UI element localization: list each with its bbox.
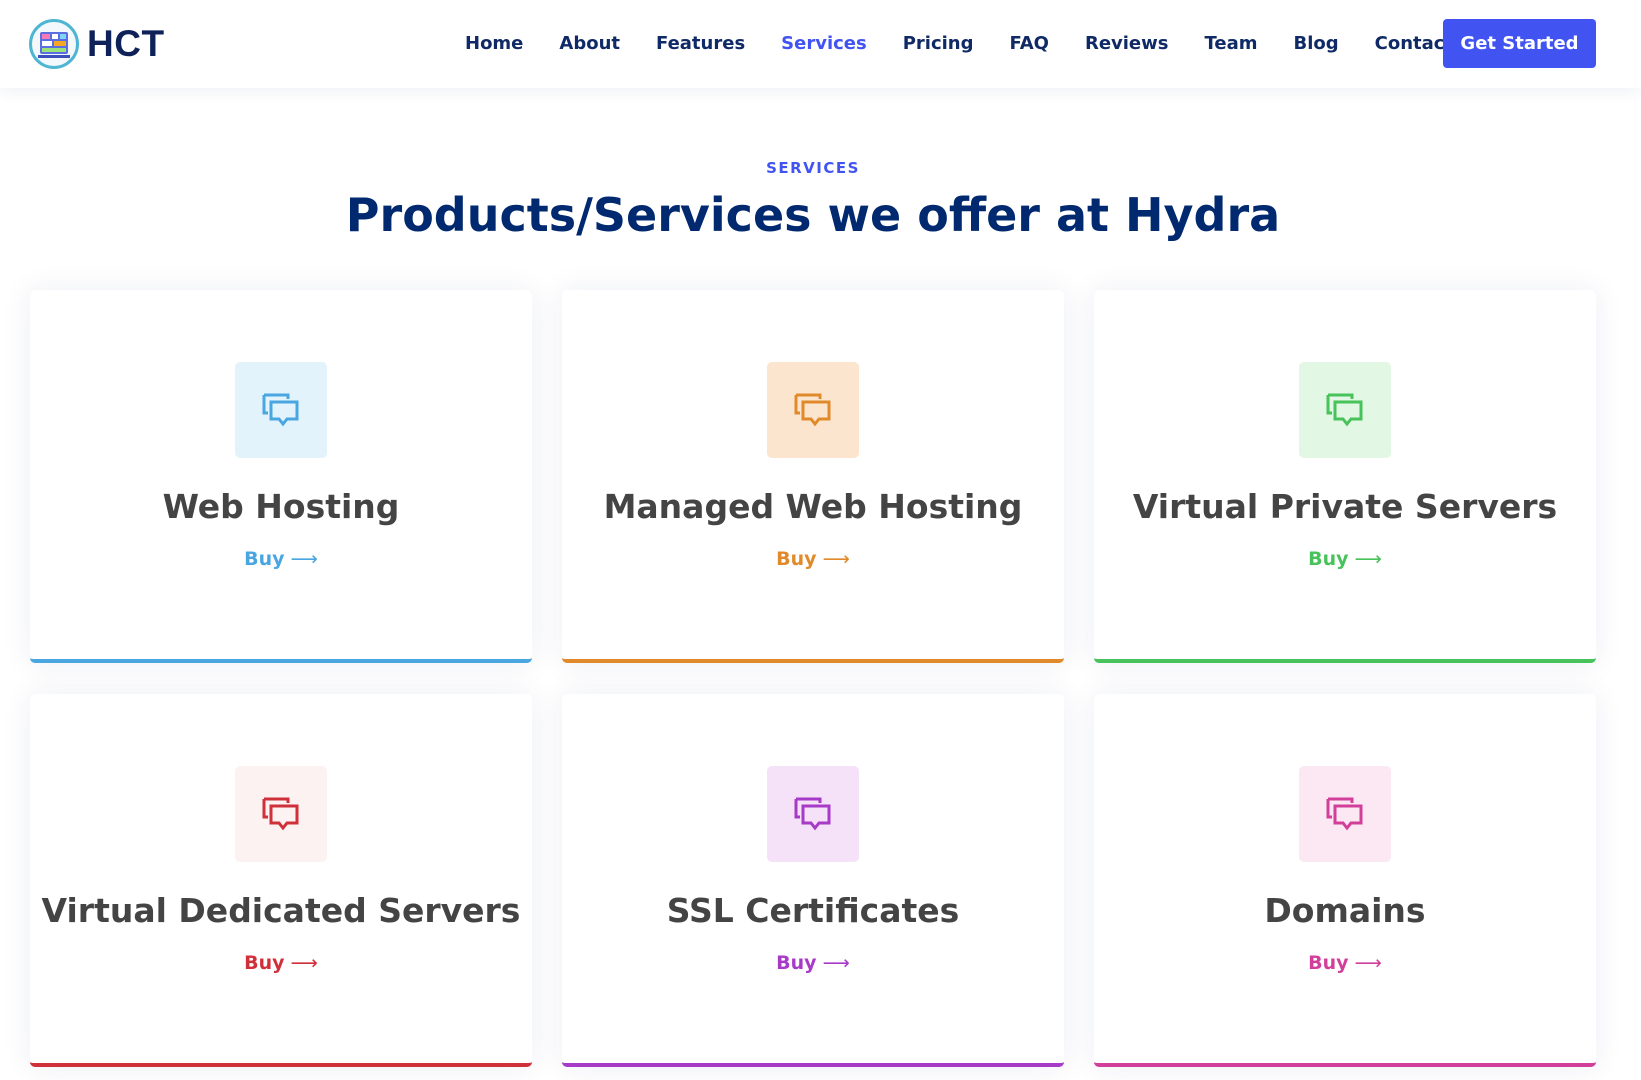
buy-label: Buy — [776, 952, 817, 974]
service-title: Virtual Private Servers — [1132, 487, 1558, 526]
get-started-button[interactable]: Get Started — [1443, 19, 1596, 68]
service-title: Virtual Dedicated Servers — [41, 891, 521, 930]
nav-reviews[interactable]: Reviews — [1085, 33, 1169, 54]
buy-label: Buy — [244, 548, 285, 570]
arrow-right-icon: ⟶ — [290, 548, 318, 570]
site-logo[interactable]: HCT — [29, 18, 165, 70]
service-title: Web Hosting — [162, 487, 400, 526]
buy-label: Buy — [1308, 548, 1349, 570]
arrow-right-icon: ⟶ — [1354, 548, 1382, 570]
service-card-virtual-dedicated-servers: Virtual Dedicated Servers Buy ⟶ — [30, 694, 532, 1067]
nav-contact[interactable]: Contact — [1375, 33, 1453, 54]
service-card-web-hosting: Web Hosting Buy ⟶ — [30, 290, 532, 663]
nav-features[interactable]: Features — [656, 33, 745, 54]
nav-pricing[interactable]: Pricing — [903, 33, 974, 54]
buy-label: Buy — [1308, 952, 1349, 974]
nav-blog[interactable]: Blog — [1293, 33, 1338, 54]
buy-link[interactable]: Buy ⟶ — [30, 952, 532, 974]
buy-link[interactable]: Buy ⟶ — [562, 548, 1064, 570]
service-icon-box — [1299, 362, 1391, 458]
buy-link[interactable]: Buy ⟶ — [562, 952, 1064, 974]
site-header: HCT Home About Features Services Pricing… — [0, 0, 1641, 88]
service-card-managed-web-hosting: Managed Web Hosting Buy ⟶ — [562, 290, 1064, 663]
chat-bubbles-icon — [1326, 797, 1363, 831]
logo-text: HCT — [87, 23, 165, 64]
nav-about[interactable]: About — [559, 33, 620, 54]
buy-link[interactable]: Buy ⟶ — [30, 548, 532, 570]
logo-icon — [29, 19, 79, 69]
section-title: Products/Services we offer at Hydra — [345, 188, 1281, 242]
service-icon-box — [767, 362, 859, 458]
main-nav: Home About Features Services Pricing FAQ… — [465, 0, 1489, 86]
chat-bubbles-icon — [262, 797, 299, 831]
buy-label: Buy — [776, 548, 817, 570]
service-icon-box — [767, 766, 859, 862]
service-title: Domains — [1264, 891, 1426, 930]
service-card-ssl-certificates: SSL Certificates Buy ⟶ — [562, 694, 1064, 1067]
chat-bubbles-icon — [794, 393, 831, 427]
service-title: Managed Web Hosting — [603, 487, 1023, 526]
buy-label: Buy — [244, 952, 285, 974]
chat-bubbles-icon — [794, 797, 831, 831]
service-card-domains: Domains Buy ⟶ — [1094, 694, 1596, 1067]
arrow-right-icon: ⟶ — [822, 548, 850, 570]
service-title: SSL Certificates — [666, 891, 960, 930]
nav-team[interactable]: Team — [1204, 33, 1257, 54]
service-card-virtual-private-servers: Virtual Private Servers Buy ⟶ — [1094, 290, 1596, 663]
service-icon-box — [1299, 766, 1391, 862]
buy-link[interactable]: Buy ⟶ — [1094, 952, 1596, 974]
service-icon-box — [235, 766, 327, 862]
service-icon-box — [235, 362, 327, 458]
arrow-right-icon: ⟶ — [822, 952, 850, 974]
nav-home[interactable]: Home — [465, 33, 523, 54]
section-tag: SERVICES — [766, 159, 860, 177]
nav-faq[interactable]: FAQ — [1009, 33, 1048, 54]
chat-bubbles-icon — [262, 393, 299, 427]
buy-link[interactable]: Buy ⟶ — [1094, 548, 1596, 570]
nav-services[interactable]: Services — [781, 33, 867, 54]
chat-bubbles-icon — [1326, 393, 1363, 427]
arrow-right-icon: ⟶ — [1354, 952, 1382, 974]
arrow-right-icon: ⟶ — [290, 952, 318, 974]
